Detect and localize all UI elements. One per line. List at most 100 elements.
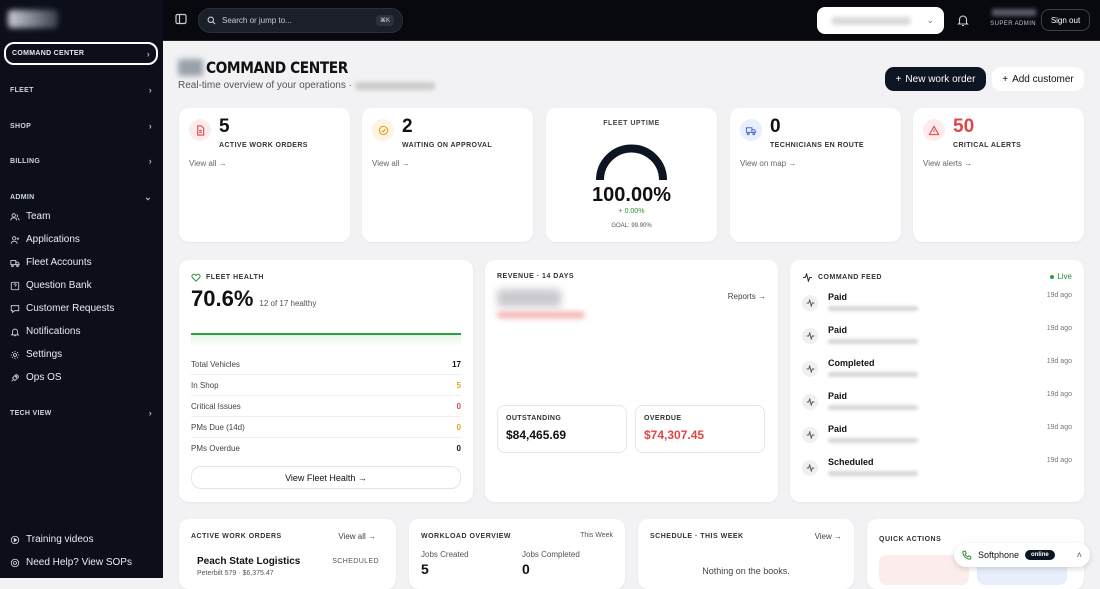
tenant-select[interactable]: ⌄ [817, 7, 944, 34]
overdue-card: OVERDUE $74,307.45 [635, 405, 765, 453]
feed-item-age: 19d ago [1046, 358, 1072, 365]
section-label: FLEET [10, 86, 34, 94]
sidebar: COMMAND CENTER › FLEET › SHOP › BILLING › A… [0, 0, 163, 578]
rocket-icon [11, 373, 19, 382]
stat-card-technicians: 0 TECHNICIANS EN ROUTE View on map → [730, 108, 901, 242]
search-placeholder: Search or jump to... [222, 16, 292, 25]
sidebar-section-admin[interactable]: ADMIN ⌄ [10, 192, 152, 203]
activity-icon [802, 460, 818, 476]
sidebar-item-notifications[interactable]: Notifications [10, 326, 80, 337]
search-input[interactable]: Search or jump to... ⌘K [198, 8, 403, 33]
shortcut-badge: ⌘K [375, 15, 394, 26]
topbar: Search or jump to... ⌘K ⌄ SUPER ADMIN Si… [163, 0, 1100, 41]
activity-icon [802, 295, 818, 311]
activity-icon [803, 273, 812, 282]
section-label: SHOP [10, 122, 32, 130]
softphone-label: Softphone [978, 550, 1020, 560]
chevron-right-icon: › [148, 156, 152, 166]
fleet-health-title: FLEET HEALTH [191, 273, 264, 282]
feed-item-title: Paid [828, 292, 848, 302]
gauge-title: FLEET UPTIME [603, 120, 660, 127]
search-icon [207, 16, 216, 25]
tenant-name-redacted [831, 17, 911, 25]
live-indicator: Live [1050, 272, 1072, 281]
health-sub: 12 of 17 healthy [259, 299, 317, 308]
card-title: ACTIVE WORK ORDERS [191, 533, 282, 540]
row-label: Critical Issues [191, 402, 241, 411]
page-title: COMMAND CENTER [178, 58, 371, 77]
sign-out-button[interactable]: Sign out [1041, 9, 1090, 31]
team-icon [10, 212, 20, 220]
feed-item-title: Completed [828, 358, 875, 368]
view-all-link[interactable]: View all → [338, 532, 376, 541]
section-title-text: COMMAND FEED [818, 274, 882, 281]
feed-item-detail-redacted [828, 438, 918, 443]
view-on-map-link[interactable]: View on map → [740, 159, 796, 168]
sidebar-toggle-icon[interactable] [174, 12, 188, 26]
period-label: This Week [580, 532, 613, 539]
reports-link[interactable]: Reports → [728, 292, 766, 301]
sidebar-section-tech-view[interactable]: TECH VIEW › [10, 408, 152, 418]
sidebar-section-shop[interactable]: SHOP › [10, 121, 152, 131]
sidebar-item-training-videos[interactable]: Training videos [10, 534, 93, 545]
sidebar-item-customer-requests[interactable]: Customer Requests [10, 303, 114, 314]
section-label: ADMIN [10, 194, 35, 201]
feed-item[interactable]: Paid 19d ago [802, 424, 1072, 454]
stat-value: 50 [953, 116, 975, 137]
feed-item[interactable]: Completed 19d ago [802, 358, 1072, 388]
row-value: 5 [456, 381, 461, 390]
view-alerts-link[interactable]: View alerts → [923, 159, 972, 168]
view-schedule-link[interactable]: View → [815, 532, 842, 541]
user-info[interactable]: SUPER ADMIN [978, 9, 1036, 27]
bell-icon[interactable] [956, 13, 970, 27]
chevron-right-icon: › [146, 48, 150, 59]
feed-item[interactable]: Paid 19d ago [802, 292, 1072, 322]
view-fleet-health-button[interactable]: View Fleet Health → [191, 466, 461, 489]
sidebar-item-command-center[interactable]: COMMAND CENTER › [4, 42, 158, 65]
feed-item[interactable]: Scheduled 19d ago [802, 457, 1072, 487]
sidebar-item-label: COMMAND CENTER [12, 50, 85, 57]
view-all-link[interactable]: View all → [189, 159, 227, 168]
feed-item-title: Paid [828, 424, 848, 434]
sidebar-section-fleet[interactable]: FLEET › [10, 85, 152, 95]
add-customer-button[interactable]: + Add customer [992, 67, 1084, 91]
sidebar-item-settings[interactable]: Settings [10, 349, 62, 360]
activity-icon [802, 427, 818, 443]
stat-card-active-work-orders: 5 ACTIVE WORK ORDERS View all → [179, 108, 350, 242]
sidebar-item-label: Notifications [26, 326, 81, 337]
feed-item[interactable]: Paid 19d ago [802, 325, 1072, 355]
stat-label: WAITING ON APPROVAL [402, 142, 493, 149]
card-title: SCHEDULE · THIS WEEK [650, 533, 744, 540]
work-order-customer[interactable]: Peach State Logistics [197, 556, 300, 567]
sidebar-item-label: Customer Requests [26, 303, 115, 314]
stat-label: ACTIVE WORK ORDERS [219, 142, 308, 149]
button-label: New work order [905, 73, 976, 85]
fleet-uptime-card: FLEET UPTIME 100.00% + 0.00% GOAL: 99.90… [546, 108, 717, 242]
outstanding-card: OUTSTANDING $84,465.69 [497, 405, 627, 453]
truck-icon [740, 119, 762, 141]
view-all-link[interactable]: View all → [372, 159, 410, 168]
sidebar-item-team[interactable]: Team [10, 211, 50, 222]
chevron-right-icon: › [148, 408, 152, 418]
plus-icon: + [895, 73, 902, 85]
new-work-order-button[interactable]: + New work order [885, 67, 986, 91]
health-percent: 70.6% [191, 286, 254, 311]
sidebar-item-question-bank[interactable]: Question Bank [10, 280, 92, 291]
sidebar-item-applications[interactable]: Applications [10, 234, 80, 245]
sidebar-item-fleet-accounts[interactable]: Fleet Accounts [10, 257, 92, 268]
feed-item-age: 19d ago [1046, 424, 1072, 431]
feed-item[interactable]: Paid 19d ago [802, 391, 1072, 421]
sidebar-item-help-sops[interactable]: Need Help? View SOPs [10, 557, 132, 568]
jobs-completed-value: 0 [522, 561, 530, 577]
work-order-sub: Peterbilt 579 · $6,375.47 [197, 570, 274, 577]
feed-item-detail-redacted [828, 306, 918, 311]
fleet-row-pms-overdue: PMs Overdue 0 [191, 444, 461, 458]
row-label: Total Vehicles [191, 360, 240, 369]
revenue-title: REVENUE · 14 DAYS [497, 273, 575, 280]
softphone-widget[interactable]: Softphone online ˄ [954, 543, 1090, 567]
help-icon [10, 558, 20, 567]
sidebar-item-ops-os[interactable]: Ops OS [10, 372, 62, 383]
sidebar-section-billing[interactable]: BILLING › [10, 156, 152, 166]
play-icon [10, 535, 20, 544]
chevron-right-icon: › [148, 121, 152, 131]
